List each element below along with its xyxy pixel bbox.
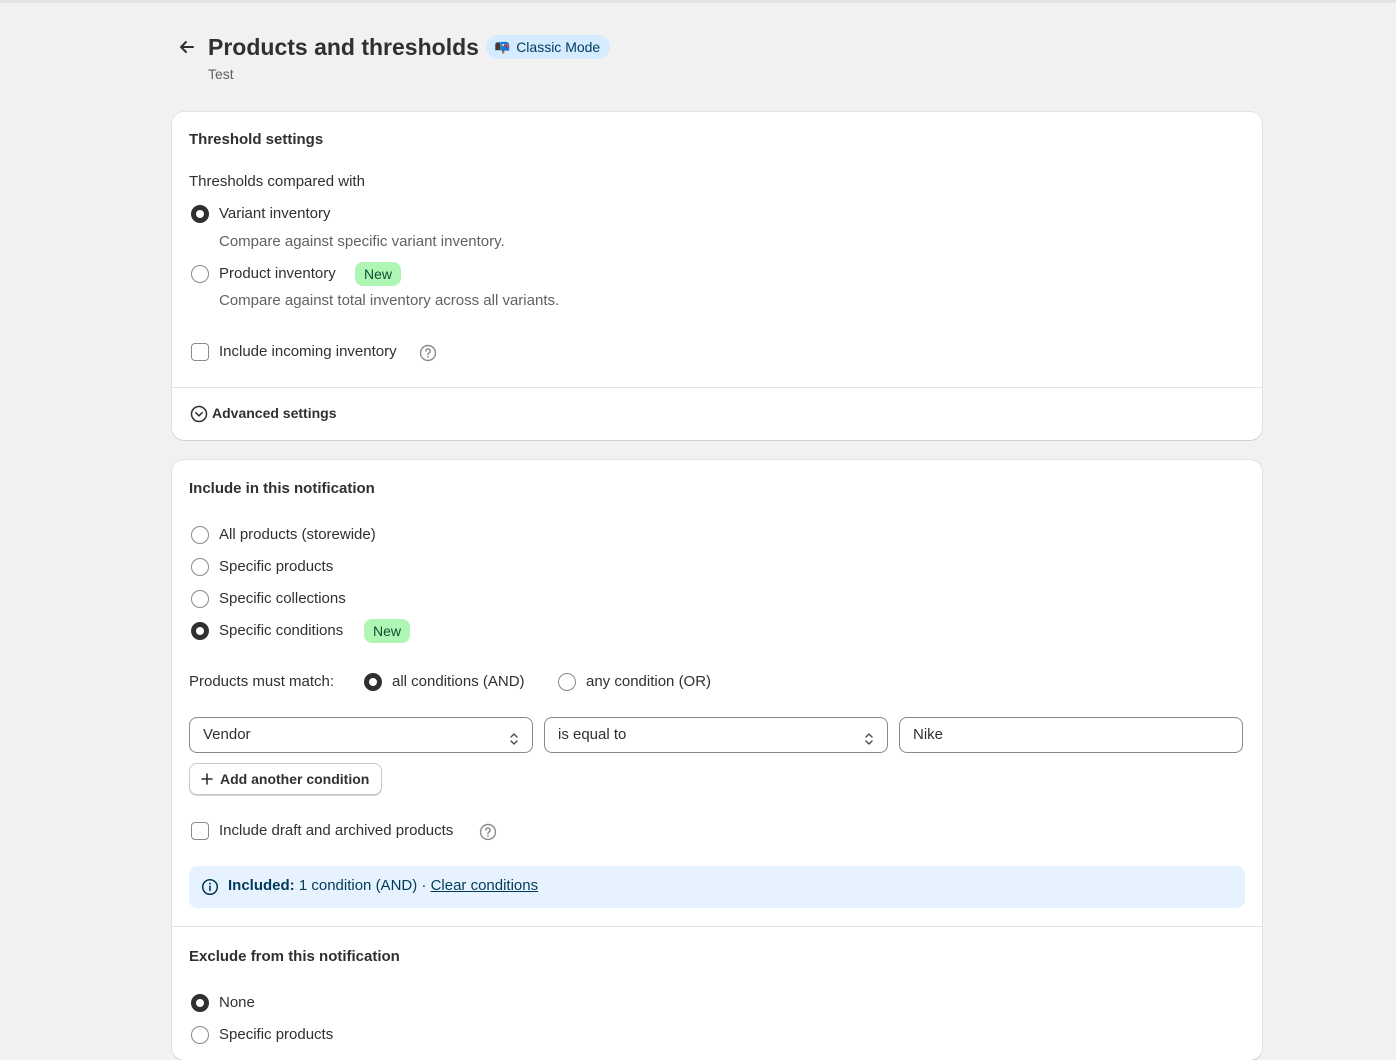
advanced-settings-toggle[interactable]: Advanced settings (212, 405, 336, 421)
help-circle-icon[interactable] (419, 344, 437, 362)
product-inventory-label[interactable]: Product inventory (219, 265, 336, 282)
variant-inventory-help: Compare against specific variant invento… (219, 233, 505, 250)
new-badge: New (355, 262, 402, 286)
exclude-title: Exclude from this notification (189, 948, 400, 965)
match-all-radio[interactable] (364, 673, 382, 691)
condition-field-value: Vendor (203, 726, 251, 743)
select-chevron-icon (508, 727, 520, 745)
variant-inventory-label[interactable]: Variant inventory (219, 205, 330, 222)
exclude-none-radio[interactable] (191, 994, 209, 1012)
banner-bold: Included: (228, 877, 295, 894)
specific-collections-radio[interactable] (191, 590, 209, 608)
specific-products-radio[interactable] (191, 558, 209, 576)
all-products-label[interactable]: All products (storewide) (219, 526, 376, 543)
mode-badge-label: Classic Mode (516, 39, 601, 55)
exclude-specific-products-label[interactable]: Specific products (219, 1026, 333, 1043)
info-icon (201, 878, 219, 896)
mailbox-icon: 📭 (494, 39, 511, 54)
chevron-down-circle-icon[interactable] (190, 405, 208, 423)
new-badge: New (364, 619, 411, 643)
add-condition-label: Add another condition (220, 771, 370, 787)
back-arrow-icon[interactable] (176, 36, 198, 58)
card-divider (172, 926, 1262, 927)
help-circle-icon[interactable] (479, 823, 497, 841)
plus-icon (201, 773, 213, 785)
include-incoming-checkbox[interactable] (191, 343, 209, 361)
add-condition-button[interactable]: Add another condition (189, 763, 383, 795)
card-divider (172, 387, 1262, 388)
condition-field-select[interactable]: Vendor (189, 717, 533, 753)
banner-text: Included: 1 condition (AND) · Clear cond… (228, 877, 538, 894)
threshold-settings-card: Threshold settings Thresholds compared w… (172, 112, 1262, 440)
condition-operator-select[interactable]: is equal to (544, 717, 888, 753)
select-chevron-icon (863, 727, 875, 745)
top-border (0, 0, 1396, 3)
thresholds-compared-label: Thresholds compared with (189, 173, 365, 190)
match-any-radio[interactable] (558, 673, 576, 691)
threshold-settings-title: Threshold settings (189, 131, 324, 148)
specific-collections-label[interactable]: Specific collections (219, 590, 346, 607)
specific-conditions-radio[interactable] (191, 622, 209, 640)
included-banner: Included: 1 condition (AND) · Clear cond… (189, 866, 1245, 908)
product-inventory-help: Compare against total inventory across a… (219, 292, 560, 309)
match-all-label[interactable]: all conditions (AND) (392, 673, 525, 690)
variant-inventory-radio[interactable] (191, 205, 209, 223)
specific-conditions-label[interactable]: Specific conditions (219, 622, 343, 639)
all-products-radio[interactable] (191, 526, 209, 544)
page-title: Products and thresholds (208, 34, 479, 60)
condition-value-input[interactable]: Nike (899, 717, 1243, 753)
specific-products-label[interactable]: Specific products (219, 558, 333, 575)
match-any-label[interactable]: any condition (OR) (586, 673, 711, 690)
include-draft-label[interactable]: Include draft and archived products (219, 822, 453, 839)
condition-value-text: Nike (913, 726, 944, 743)
include-incoming-label[interactable]: Include incoming inventory (219, 343, 397, 360)
page-subtitle: Test (208, 66, 234, 82)
product-inventory-radio[interactable] (191, 265, 209, 283)
exclude-none-label[interactable]: None (219, 994, 255, 1011)
banner-summary: 1 condition (AND) · (298, 877, 427, 894)
exclude-specific-products-radio[interactable] (191, 1026, 209, 1044)
clear-conditions-link[interactable]: Clear conditions (431, 877, 539, 894)
classic-mode-badge: 📭 Classic Mode (486, 35, 611, 59)
include-draft-checkbox[interactable] (191, 822, 209, 840)
include-exclude-card: Include in this notification All product… (172, 460, 1262, 1060)
condition-operator-value: is equal to (558, 726, 627, 743)
match-label: Products must match: (189, 673, 335, 690)
include-title: Include in this notification (189, 480, 375, 497)
